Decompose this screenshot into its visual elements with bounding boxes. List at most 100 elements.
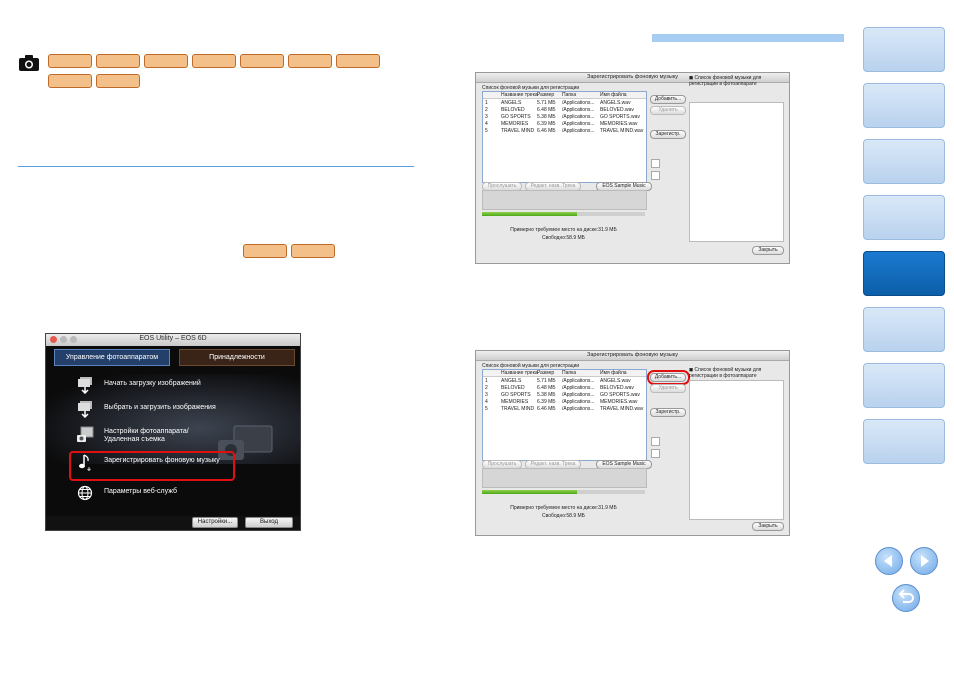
track-file: BELOVED.wav xyxy=(600,107,634,113)
track-folder: /Applications... xyxy=(562,128,595,134)
mode-tag xyxy=(48,74,92,88)
camera-track-list[interactable] xyxy=(689,380,784,520)
track-folder: /Applications... xyxy=(562,100,595,106)
nav-tab-active[interactable] xyxy=(863,251,945,296)
camera-track-list[interactable] xyxy=(689,102,784,242)
track-size: 6.48 MБ xyxy=(537,107,556,113)
window-title: EOS Utility – EOS 6D xyxy=(139,335,207,342)
move-up-icon[interactable] xyxy=(651,159,660,168)
track-size: 5.71 MБ xyxy=(537,378,556,384)
track-size: 5.38 MБ xyxy=(537,392,556,398)
nav-tab[interactable] xyxy=(863,419,945,464)
progress-area xyxy=(482,468,647,488)
tab-accessories[interactable]: Принадлежности xyxy=(179,349,295,366)
camera-list-label-text: Список фоновой музыки для регистрации в … xyxy=(689,367,762,379)
track-number: 3 xyxy=(485,114,488,120)
return-icon xyxy=(898,589,914,603)
track-number: 5 xyxy=(485,406,488,412)
column-header: Имя файла xyxy=(600,92,627,98)
nav-tab[interactable] xyxy=(863,307,945,352)
add-button[interactable]: Добавить... xyxy=(650,95,686,104)
track-folder: /Applications... xyxy=(562,406,595,412)
track-list[interactable]: Название трека Размер Папка Имя файла 1 A… xyxy=(482,369,647,461)
track-folder: /Applications... xyxy=(562,107,595,113)
mode-tag xyxy=(48,54,92,68)
track-name: MEMORIES xyxy=(501,399,529,405)
progress-area xyxy=(482,190,647,210)
track-list[interactable]: Название трека Размер Папка Имя файла 1 A… xyxy=(482,91,647,183)
required-space: Примерно требуемое место на диске:31.9 M… xyxy=(510,505,617,511)
table-row[interactable]: 1 ANGELS 5.71 MБ/Applications... ANGELS.wav xyxy=(483,378,646,385)
track-name: GO SPORTS xyxy=(501,392,531,398)
section-divider xyxy=(18,166,414,167)
track-folder: /Applications... xyxy=(562,378,595,384)
track-name: ANGELS xyxy=(501,100,522,106)
table-row[interactable]: 2 BELOVED 6.48 MБ/Applications... BELOVED.w… xyxy=(483,385,646,392)
track-folder: /Applications... xyxy=(562,114,595,120)
table-row[interactable]: 3 GO SPORTS 5.38 MБ/Applications... GO SPOR… xyxy=(483,114,646,121)
track-number: 2 xyxy=(485,385,488,391)
settings-button[interactable]: Настройки... xyxy=(192,517,238,528)
move-down-icon[interactable] xyxy=(651,171,660,180)
nav-tab[interactable] xyxy=(863,139,945,184)
table-row[interactable]: 5 TRAVEL MIND 6.46 MБ/Applications... TRAVE… xyxy=(483,128,646,135)
track-size: 5.71 MБ xyxy=(537,100,556,106)
menu-item-label: Настройки фотоаппарата/ Удаленная съемка xyxy=(104,428,189,443)
table-row[interactable]: 1 ANGELS 5.71 MБ/Applications... ANGELS.wav xyxy=(483,100,646,107)
track-name: GO SPORTS xyxy=(501,114,531,120)
track-number: 1 xyxy=(485,378,488,384)
delete-button[interactable]: Удалить xyxy=(650,106,686,115)
move-down-icon[interactable] xyxy=(651,449,660,458)
close-button[interactable]: Закрыть xyxy=(752,522,784,531)
mode-tag xyxy=(144,54,188,68)
track-folder: /Applications... xyxy=(562,392,595,398)
list-header: Название трека Размер Папка Имя файла xyxy=(483,370,646,377)
track-file: BELOVED.wav xyxy=(600,385,634,391)
camera-list-label: ◼ Список фоновой музыки для регистрации … xyxy=(689,367,789,379)
next-page-button[interactable] xyxy=(910,547,938,575)
nav-tab[interactable] xyxy=(863,27,945,72)
track-file: TRAVEL MIND.wav xyxy=(600,406,644,412)
track-name: ANGELS xyxy=(501,378,522,384)
delete-button[interactable]: Удалить xyxy=(650,384,686,393)
mode-tag xyxy=(243,244,287,258)
track-file: GO SPORTS.wav xyxy=(600,114,640,120)
nav-tab[interactable] xyxy=(863,363,945,408)
mode-tag xyxy=(240,54,284,68)
track-number: 4 xyxy=(485,399,488,405)
required-space: Примерно требуемое место на диске:31.9 M… xyxy=(510,227,617,233)
return-button[interactable] xyxy=(892,584,920,612)
track-folder: /Applications... xyxy=(562,121,595,127)
dialog-title: Зарегистрировать фоновую музыку xyxy=(476,351,789,361)
nav-tab[interactable] xyxy=(863,195,945,240)
header-bar xyxy=(652,34,844,42)
register-button[interactable]: Зарегистр. xyxy=(650,130,686,139)
close-button[interactable]: Закрыть xyxy=(752,246,784,255)
table-row[interactable]: 3 GO SPORTS 5.38 MБ/Applications... GO SPOR… xyxy=(483,392,646,399)
window-footer: Настройки... Выход xyxy=(46,516,300,530)
tab-camera-control[interactable]: Управление фотоаппаратом xyxy=(54,349,170,366)
track-size: 5.38 MБ xyxy=(537,114,556,120)
mode-tag xyxy=(288,54,332,68)
camera-settings-icon xyxy=(77,426,94,442)
table-row[interactable]: 4 MEMORIES 6.39 MБ/Applications... MEMORIES… xyxy=(483,399,646,406)
camera-list-label: ◼ Список фоновой музыки для регистрации … xyxy=(689,75,789,87)
add-button-highlight xyxy=(647,370,690,385)
table-row[interactable]: 5 TRAVEL MIND 6.46 MБ/Applications... TRAVE… xyxy=(483,406,646,413)
camera-icon xyxy=(19,55,39,71)
free-space: Свободно:58.9 MБ xyxy=(542,235,585,241)
move-up-icon[interactable] xyxy=(651,437,660,446)
prev-page-button[interactable] xyxy=(875,547,903,575)
quit-button[interactable]: Выход xyxy=(245,517,293,528)
mode-tag xyxy=(336,54,380,68)
globe-icon xyxy=(77,485,93,501)
track-name: BELOVED xyxy=(501,385,525,391)
table-row[interactable]: 4 MEMORIES 6.39 MБ/Applications... MEMORIES… xyxy=(483,121,646,128)
track-folder: /Applications... xyxy=(562,385,595,391)
track-folder: /Applications... xyxy=(562,399,595,405)
track-name: TRAVEL MIND xyxy=(501,128,535,134)
table-row[interactable]: 2 BELOVED 6.48 MБ/Applications... BELOVED.w… xyxy=(483,107,646,114)
nav-tab[interactable] xyxy=(863,83,945,128)
column-header: Папка xyxy=(562,92,577,98)
register-button[interactable]: Зарегистр. xyxy=(650,408,686,417)
